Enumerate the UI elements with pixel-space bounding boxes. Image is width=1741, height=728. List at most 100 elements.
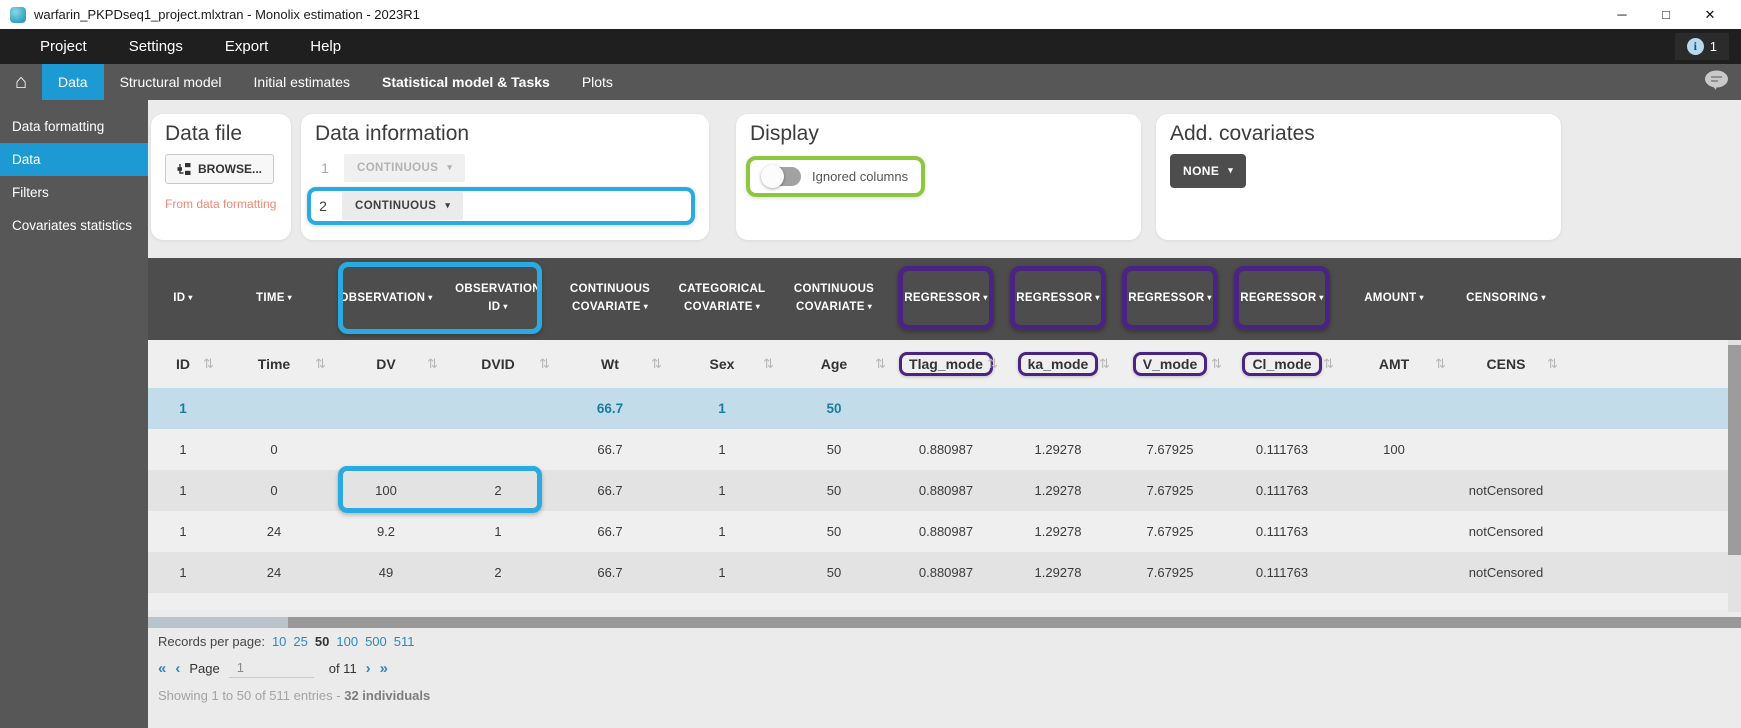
type-header-censoring[interactable]: CENSORING▾ bbox=[1450, 258, 1562, 340]
table-row[interactable]: 12449266.71500.8809871.292787.679250.111… bbox=[148, 552, 1741, 593]
tab-initial-estimates[interactable]: Initial estimates bbox=[238, 64, 366, 100]
sort-icon[interactable]: ⇅ bbox=[987, 356, 998, 372]
col-header-dvid[interactable]: DVID⇅ bbox=[442, 340, 554, 388]
observation-type-dropdown-2[interactable]: CONTINUOUS ▾ bbox=[342, 192, 463, 220]
col-header-amt[interactable]: AMT⇅ bbox=[1338, 340, 1450, 388]
ignored-columns-toggle[interactable] bbox=[763, 167, 801, 186]
type-header-time[interactable]: TIME▾ bbox=[218, 258, 330, 340]
observation-index-1: 1 bbox=[319, 160, 331, 176]
records-option-500[interactable]: 500 bbox=[365, 634, 387, 649]
type-header-observation-id[interactable]: OBSERVATION ID▾ bbox=[442, 258, 554, 340]
sidebar: Data formatting Data Filters Covariates … bbox=[0, 100, 148, 728]
type-header-regressor-4[interactable]: REGRESSOR▾ bbox=[1226, 258, 1338, 340]
sort-icon[interactable]: ⇅ bbox=[1211, 356, 1222, 372]
browse-button[interactable]: BROWSE... bbox=[165, 154, 274, 184]
next-page-icon[interactable]: › bbox=[366, 660, 371, 677]
notification-count: 1 bbox=[1710, 39, 1717, 54]
previous-page-icon[interactable]: ‹ bbox=[175, 660, 180, 677]
col-header-sex[interactable]: Sex⇅ bbox=[666, 340, 778, 388]
col-header-dv[interactable]: DV⇅ bbox=[330, 340, 442, 388]
menu-settings[interactable]: Settings bbox=[129, 38, 183, 55]
type-header-observation[interactable]: OBSERVATION▾ bbox=[330, 258, 442, 340]
table-row[interactable]: 1249.2166.71500.8809871.292787.679250.11… bbox=[148, 511, 1741, 552]
sort-icon[interactable]: ⇅ bbox=[427, 356, 438, 372]
col-header-v-mode[interactable]: V_mode⇅ bbox=[1114, 340, 1226, 388]
type-header-continuous-covariate-2[interactable]: CONTINUOUS COVARIATE▾ bbox=[778, 258, 890, 340]
type-header-regressor-2[interactable]: REGRESSOR▾ bbox=[1002, 258, 1114, 340]
type-header-continuous-covariate-1[interactable]: CONTINUOUS COVARIATE▾ bbox=[554, 258, 666, 340]
type-header-id[interactable]: ID▾ bbox=[148, 258, 218, 340]
tab-plots[interactable]: Plots bbox=[566, 64, 629, 100]
table-row-selected[interactable]: 166.7150 bbox=[148, 388, 1741, 429]
col-header-cens[interactable]: CENS⇅ bbox=[1450, 340, 1562, 388]
observation-type-dropdown-1[interactable]: CONTINUOUS ▾ bbox=[344, 154, 465, 182]
cell: 100 bbox=[1338, 429, 1450, 470]
vertical-scrollbar-thumb[interactable] bbox=[1728, 345, 1741, 555]
cell bbox=[1226, 388, 1338, 429]
first-page-icon[interactable]: « bbox=[158, 660, 166, 677]
vertical-scrollbar[interactable] bbox=[1728, 340, 1741, 612]
sort-icon[interactable]: ⇅ bbox=[763, 356, 774, 372]
maximize-icon[interactable]: □ bbox=[1659, 7, 1673, 23]
sort-icon[interactable]: ⇅ bbox=[651, 356, 662, 372]
sort-icon[interactable]: ⇅ bbox=[1099, 356, 1110, 372]
menu-help[interactable]: Help bbox=[310, 38, 341, 55]
page-input[interactable]: 1 bbox=[229, 658, 314, 678]
records-option-10[interactable]: 10 bbox=[272, 634, 286, 649]
type-header-amount[interactable]: AMOUNT▾ bbox=[1338, 258, 1450, 340]
col-header-id[interactable]: ID⇅ bbox=[148, 340, 218, 388]
type-header-regressor-1[interactable]: REGRESSOR▾ bbox=[890, 258, 1002, 340]
tab-statistical-model-tasks[interactable]: Statistical model & Tasks bbox=[366, 64, 566, 100]
close-icon[interactable]: ✕ bbox=[1703, 7, 1717, 23]
col-header-cl-mode[interactable]: Cl_mode⇅ bbox=[1226, 340, 1338, 388]
tab-data[interactable]: Data bbox=[42, 64, 104, 100]
col-header-ka-mode[interactable]: ka_mode⇅ bbox=[1002, 340, 1114, 388]
cell: 7.67925 bbox=[1114, 552, 1226, 593]
sort-icon[interactable]: ⇅ bbox=[1547, 356, 1558, 372]
caret-down-icon: ▾ bbox=[503, 302, 507, 311]
sort-icon[interactable]: ⇅ bbox=[539, 356, 550, 372]
col-header-tlag-mode[interactable]: Tlag_mode⇅ bbox=[890, 340, 1002, 388]
menu-project[interactable]: Project bbox=[40, 38, 87, 55]
records-option-100[interactable]: 100 bbox=[336, 634, 358, 649]
menu-export[interactable]: Export bbox=[225, 38, 268, 55]
notification-area[interactable]: i 1 bbox=[1675, 33, 1729, 60]
sort-icon[interactable]: ⇅ bbox=[875, 356, 886, 372]
cell: 1.29278 bbox=[1002, 470, 1114, 511]
last-page-icon[interactable]: » bbox=[380, 660, 388, 677]
horizontal-scrollbar[interactable] bbox=[148, 617, 1741, 628]
sort-icon[interactable]: ⇅ bbox=[203, 356, 214, 372]
from-data-formatting-link[interactable]: From data formatting bbox=[165, 197, 277, 211]
col-header-age[interactable]: Age⇅ bbox=[778, 340, 890, 388]
tab-structural-model[interactable]: Structural model bbox=[104, 64, 238, 100]
dropdown-value: CONTINUOUS bbox=[355, 200, 436, 212]
sort-icon[interactable]: ⇅ bbox=[1435, 356, 1446, 372]
minimize-icon[interactable]: ─ bbox=[1615, 7, 1629, 23]
type-header-categorical-covariate[interactable]: CATEGORICAL COVARIATE▾ bbox=[666, 258, 778, 340]
cell: 50 bbox=[778, 429, 890, 470]
sort-icon[interactable]: ⇅ bbox=[1323, 356, 1334, 372]
sidebar-item-data-formatting[interactable]: Data formatting bbox=[0, 110, 148, 143]
table-row[interactable]: 1066.71500.8809871.292787.679250.1117631… bbox=[148, 429, 1741, 470]
col-header-time[interactable]: Time⇅ bbox=[218, 340, 330, 388]
none-dropdown[interactable]: NONE ▾ bbox=[1170, 154, 1246, 188]
horizontal-scrollbar-track[interactable] bbox=[148, 617, 288, 628]
cell bbox=[442, 388, 554, 429]
comment-bubble-icon[interactable] bbox=[1704, 70, 1729, 94]
page-label: Page bbox=[189, 661, 219, 676]
sidebar-item-covariates-statistics[interactable]: Covariates statistics bbox=[0, 209, 148, 242]
records-option-511[interactable]: 511 bbox=[394, 634, 415, 649]
table-row[interactable]: 10100266.71500.8809871.292787.679250.111… bbox=[148, 470, 1741, 511]
sort-icon[interactable]: ⇅ bbox=[315, 356, 326, 372]
records-option-25[interactable]: 25 bbox=[293, 634, 307, 649]
home-icon[interactable]: ⌂ bbox=[0, 64, 42, 100]
info-icon[interactable]: i bbox=[1687, 38, 1704, 55]
type-header-regressor-3[interactable]: REGRESSOR▾ bbox=[1114, 258, 1226, 340]
records-option-50[interactable]: 50 bbox=[315, 634, 329, 649]
col-header-wt[interactable]: Wt⇅ bbox=[554, 340, 666, 388]
annotation-tlag-mode: Tlag_mode bbox=[899, 352, 993, 376]
observation-type-row-1: 1 CONTINUOUS ▾ bbox=[319, 154, 695, 182]
sidebar-item-data[interactable]: Data bbox=[0, 143, 148, 176]
sidebar-item-filters[interactable]: Filters bbox=[0, 176, 148, 209]
horizontal-scrollbar-thumb[interactable] bbox=[288, 617, 1741, 628]
